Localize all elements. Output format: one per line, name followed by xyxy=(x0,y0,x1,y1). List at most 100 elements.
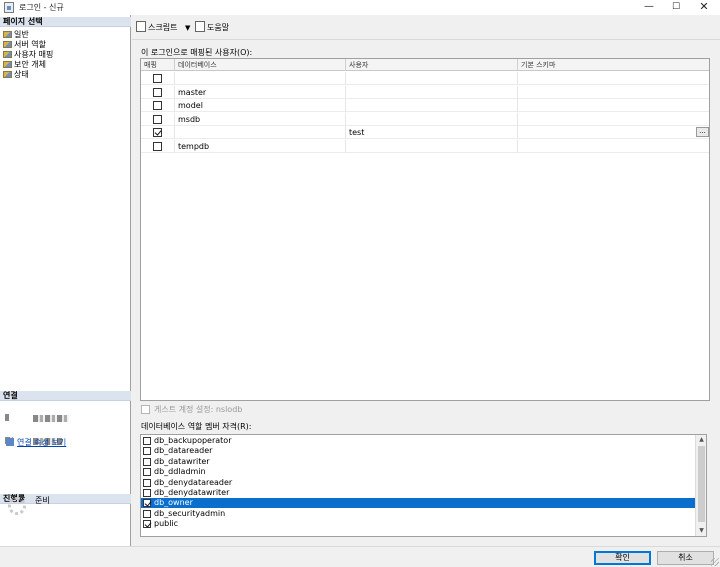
user-cell[interactable] xyxy=(346,139,518,153)
user-cell[interactable] xyxy=(346,85,518,99)
role-item[interactable]: db_denydatareader xyxy=(141,478,696,488)
role-item[interactable]: db_datawriter xyxy=(141,457,696,467)
role-item[interactable]: db_securityadmin xyxy=(141,509,696,519)
role-name: db_denydatareader xyxy=(154,477,233,487)
view-connection-properties-link[interactable]: 연결 속성 보기 xyxy=(6,437,66,448)
ok-button[interactable]: 확인 xyxy=(594,551,651,565)
map-checkbox[interactable] xyxy=(153,74,162,83)
database-cell[interactable]: msdb xyxy=(175,112,346,126)
default-schema-cell[interactable] xyxy=(518,113,709,126)
script-button[interactable]: 스크립트 xyxy=(136,21,177,35)
role-item[interactable]: db_datareader xyxy=(141,446,696,456)
map-cell xyxy=(141,72,175,85)
page-select-header: 페이지 선택 xyxy=(0,17,131,27)
map-checkbox[interactable] xyxy=(153,141,162,151)
role-checkbox[interactable] xyxy=(143,499,151,508)
role-name: db_datareader xyxy=(154,446,213,456)
role-name: db_denydatawriter xyxy=(154,488,230,497)
left-pane: 페이지 선택 일반 서버 역할 사용자 매핑 보안 개체 상태 연결 xyxy=(0,15,131,546)
schema-browse-button[interactable]: ... xyxy=(696,127,709,137)
resize-grip-icon[interactable] xyxy=(711,558,719,566)
role-item[interactable]: db_backupoperator xyxy=(141,436,696,446)
maximize-button[interactable]: ☐ xyxy=(662,0,690,15)
role-checkbox[interactable] xyxy=(143,437,151,445)
connection-server-redacted xyxy=(5,412,75,424)
user-cell[interactable] xyxy=(346,99,518,112)
map-checkbox[interactable] xyxy=(153,87,162,97)
role-checkbox[interactable] xyxy=(143,447,151,456)
user-cell[interactable] xyxy=(346,112,518,126)
role-name: db_ddladmin xyxy=(154,467,206,477)
column-header-map[interactable]: 매핑 xyxy=(141,59,175,71)
guest-account-checkbox xyxy=(141,405,150,414)
default-schema-cell[interactable] xyxy=(518,99,709,112)
connection-header: 연결 xyxy=(0,391,131,401)
mapping-row[interactable]: model xyxy=(141,99,709,112)
cancel-button[interactable]: 취소 xyxy=(657,551,714,565)
role-name: public xyxy=(154,519,179,529)
page-icon xyxy=(3,61,12,68)
role-checkbox[interactable] xyxy=(143,509,151,518)
nav-item-user-mapping[interactable]: 사용자 매핑 xyxy=(3,50,53,59)
user-cell[interactable] xyxy=(346,72,518,85)
database-cell[interactable] xyxy=(175,126,346,139)
default-schema-cell[interactable] xyxy=(518,72,709,85)
connection-icon xyxy=(6,438,14,446)
role-item[interactable]: db_denydatawriter xyxy=(141,488,696,498)
page-icon xyxy=(3,51,12,58)
mapping-row[interactable] xyxy=(141,72,709,85)
database-cell[interactable]: master xyxy=(175,85,346,99)
role-checkbox[interactable] xyxy=(143,468,151,477)
help-icon xyxy=(195,21,205,32)
column-header-default-schema[interactable]: 기본 스키마 xyxy=(518,59,709,71)
default-schema-cell[interactable] xyxy=(518,86,709,99)
help-button[interactable]: 도움말 xyxy=(195,21,229,35)
map-checkbox[interactable] xyxy=(153,101,162,110)
role-checkbox[interactable] xyxy=(143,478,151,487)
map-cell xyxy=(141,126,175,139)
minimize-button[interactable]: — xyxy=(635,0,663,15)
database-role-list: db_backupoperator db_datareader db_datawri… xyxy=(140,434,707,537)
nav-item-general[interactable]: 일반 xyxy=(3,30,29,39)
role-list-scrollbar[interactable]: ▲ ▼ xyxy=(695,435,706,536)
database-cell[interactable] xyxy=(175,72,346,85)
user-mapping-grid: 매핑 데이터베이스 사용자 기본 스키마 master model msdb test… xyxy=(140,58,710,401)
map-cell xyxy=(141,112,175,126)
scroll-down-icon[interactable]: ▼ xyxy=(696,526,707,536)
mapping-section-label: 이 로그인으로 매핑된 사용자(O): xyxy=(141,48,253,57)
role-name: db_datawriter xyxy=(154,456,210,466)
map-checkbox[interactable] xyxy=(153,128,162,137)
role-item[interactable]: public xyxy=(141,519,696,529)
close-button[interactable]: ✕ xyxy=(690,0,718,15)
role-checkbox[interactable] xyxy=(143,520,151,529)
grid-header: 매핑 데이터베이스 사용자 기본 스키마 xyxy=(141,59,709,71)
script-dropdown-icon[interactable]: ▼ xyxy=(185,21,190,35)
mapping-row[interactable]: msdb xyxy=(141,112,709,126)
mapping-row[interactable]: master xyxy=(141,85,709,99)
script-icon xyxy=(136,21,146,32)
database-cell[interactable]: model xyxy=(175,99,346,112)
database-cell[interactable]: tempdb xyxy=(175,139,346,153)
title-bar: 로그인 - 신규 — ☐ ✕ xyxy=(0,0,720,15)
scroll-thumb[interactable] xyxy=(698,446,705,522)
nav-item-securables[interactable]: 보안 개체 xyxy=(3,60,46,69)
role-item[interactable]: db_ddladmin xyxy=(141,467,696,477)
column-header-user[interactable]: 사용자 xyxy=(346,59,518,71)
nav-item-server-roles[interactable]: 서버 역할 xyxy=(3,40,46,49)
map-checkbox[interactable] xyxy=(153,114,162,124)
role-checkbox[interactable] xyxy=(143,457,151,466)
user-cell[interactable]: test xyxy=(346,126,518,139)
page-icon xyxy=(3,41,12,48)
default-schema-cell[interactable] xyxy=(518,140,709,153)
mapping-row[interactable]: test... xyxy=(141,126,709,139)
mapping-row[interactable]: tempdb xyxy=(141,139,709,153)
role-item[interactable]: db_owner xyxy=(141,498,696,509)
nav-item-status[interactable]: 상태 xyxy=(3,70,29,79)
role-checkbox[interactable] xyxy=(143,489,151,497)
page-icon xyxy=(3,71,12,78)
progress-spinner-icon xyxy=(8,497,26,515)
column-header-database[interactable]: 데이터베이스 xyxy=(175,59,346,71)
scroll-up-icon[interactable]: ▲ xyxy=(696,435,707,445)
map-cell xyxy=(141,99,175,112)
default-schema-cell[interactable] xyxy=(518,126,709,139)
